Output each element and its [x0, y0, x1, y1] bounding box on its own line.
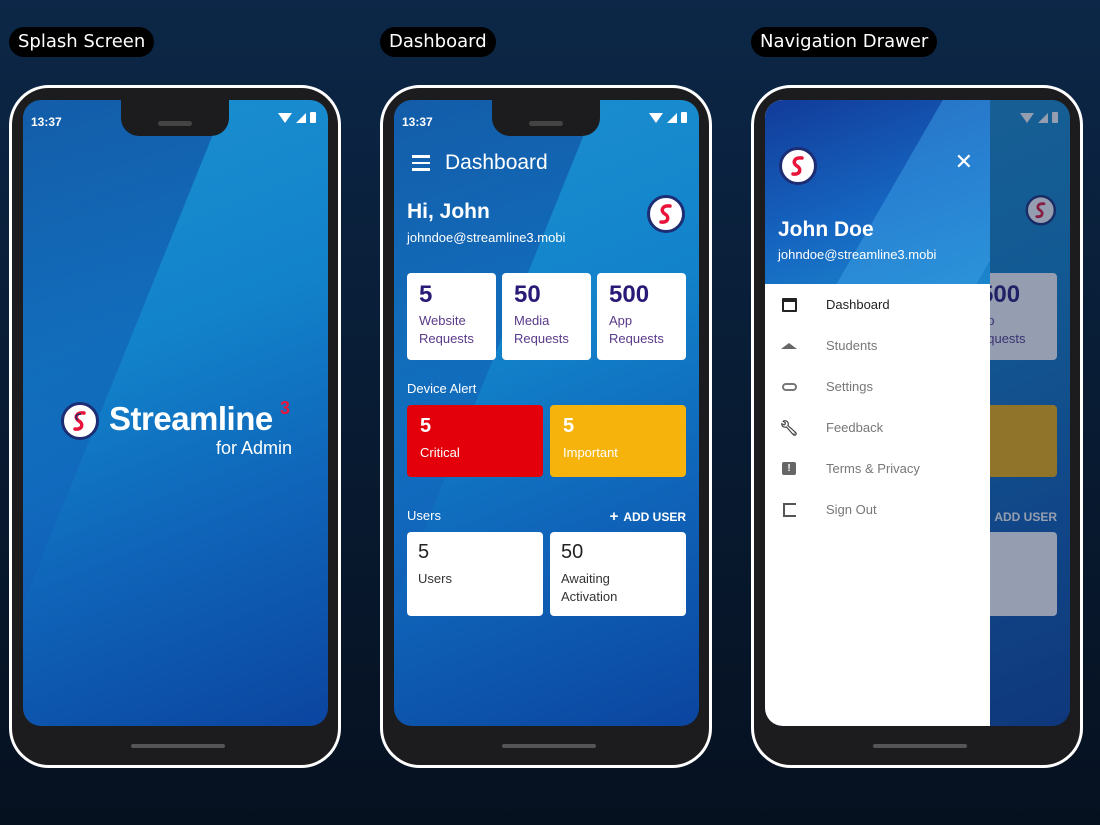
- users-value: 5: [418, 541, 430, 563]
- drawer-item-label: Sign Out: [826, 502, 877, 517]
- card-label: Website Requests: [419, 313, 474, 346]
- home-indicator[interactable]: [502, 744, 596, 748]
- splash-screen: 13:37 Streamline 3 for Admin: [23, 100, 328, 726]
- alert-value: 5: [563, 415, 575, 437]
- link-icon: [781, 379, 797, 395]
- status-time: 13:37: [402, 115, 433, 129]
- card-value: 50: [514, 281, 541, 308]
- add-user-label: ADD USER: [623, 510, 686, 524]
- navigation-drawer: ✕ John Doe johndoe@streamline3.mobi Dash…: [765, 100, 990, 726]
- critical-alert-card[interactable]: 5 Critical: [407, 405, 543, 477]
- drawer-user-name: John Doe: [778, 218, 874, 241]
- drawer-item-label: Dashboard: [826, 297, 890, 312]
- drawer-item-terms[interactable]: ! Terms & Privacy: [765, 448, 990, 489]
- menu-icon[interactable]: [412, 155, 430, 171]
- phone-drawer: 500 pp equests +ADD USER ✕ John Doe john…: [751, 85, 1083, 768]
- alert-label: Important: [563, 445, 618, 460]
- user-email: johndoe@streamline3.mobi: [407, 230, 566, 245]
- battery-icon: [310, 112, 316, 123]
- drawer-item-sign-out[interactable]: Sign Out: [765, 489, 990, 530]
- drawer-user-email: johndoe@streamline3.mobi: [778, 247, 937, 262]
- splash-title: Streamline: [109, 400, 273, 437]
- signal-icon: [296, 112, 306, 123]
- splash-superscript: 3: [280, 398, 291, 418]
- phone-dashboard: 13:37 Dashboard Hi, John johndoe@streaml…: [380, 85, 712, 768]
- phone-splash: 13:37 Streamline 3 for Admin: [9, 85, 341, 768]
- splash-brand: Streamline 3 for Admin: [61, 398, 301, 460]
- camera-notch: [121, 100, 229, 136]
- dashboard-icon: [781, 297, 797, 313]
- users-heading: Users: [407, 508, 441, 523]
- add-user-button[interactable]: + ADD USER: [610, 508, 686, 525]
- graduation-cap-icon: [781, 338, 797, 354]
- card-label: App Requests: [609, 313, 664, 346]
- drawer-header: ✕ John Doe johndoe@streamline3.mobi: [765, 100, 990, 284]
- drawer-item-label: Students: [826, 338, 878, 353]
- wifi-icon: [278, 112, 292, 123]
- app-requests-card[interactable]: 500 App Requests: [597, 273, 686, 360]
- signal-icon: [667, 112, 677, 123]
- camera-notch: [492, 100, 600, 136]
- wrench-icon: 🔧︎: [779, 419, 799, 437]
- status-icons: [649, 112, 687, 123]
- drawer-item-dashboard[interactable]: Dashboard: [765, 284, 990, 325]
- app-bar: Dashboard: [394, 145, 699, 181]
- splash-subtitle: for Admin: [215, 438, 292, 458]
- plus-icon: +: [609, 508, 619, 525]
- sign-out-icon: [781, 502, 797, 518]
- dashboard-label: Dashboard: [380, 27, 496, 57]
- awaiting-label: Awaiting Activation: [561, 571, 618, 604]
- alert-label: Critical: [420, 445, 460, 460]
- drawer-item-feedback[interactable]: 🔧︎ Feedback: [765, 407, 990, 448]
- battery-icon: [681, 112, 687, 123]
- streamline-logo-icon: [647, 195, 685, 233]
- page-title: Dashboard: [445, 151, 548, 174]
- streamline-logo-icon: [779, 147, 817, 185]
- splash-screen-label: Splash Screen: [9, 27, 155, 57]
- device-alert-heading: Device Alert: [407, 381, 477, 396]
- navigation-drawer-label: Navigation Drawer: [751, 27, 938, 57]
- drawer-screen: 500 pp equests +ADD USER ✕ John Doe john…: [765, 100, 1070, 726]
- alert-value: 5: [420, 415, 432, 437]
- users-label: Users: [418, 571, 452, 586]
- drawer-item-label: Terms & Privacy: [826, 461, 920, 476]
- drawer-item-label: Feedback: [826, 420, 884, 435]
- awaiting-activation-card[interactable]: 50 Awaiting Activation: [550, 532, 686, 616]
- card-label: Media Requests: [514, 313, 569, 346]
- users-card[interactable]: 5 Users: [407, 532, 543, 616]
- feedback-icon: !: [781, 461, 797, 477]
- drawer-item-students[interactable]: Students: [765, 325, 990, 366]
- streamline-logo-icon: [61, 402, 99, 440]
- website-requests-card[interactable]: 5 Website Requests: [407, 273, 496, 360]
- home-indicator[interactable]: [873, 744, 967, 748]
- drawer-item-label: Settings: [826, 379, 873, 394]
- media-requests-card[interactable]: 50 Media Requests: [502, 273, 591, 360]
- status-icons: [278, 112, 316, 123]
- close-icon[interactable]: ✕: [955, 149, 973, 175]
- drawer-item-settings[interactable]: Settings: [765, 366, 990, 407]
- status-time: 13:37: [31, 115, 62, 129]
- avatar: [779, 147, 817, 185]
- avatar[interactable]: [647, 195, 685, 233]
- dashboard-screen: 13:37 Dashboard Hi, John johndoe@streaml…: [394, 100, 699, 726]
- wifi-icon: [649, 112, 663, 123]
- home-indicator[interactable]: [131, 744, 225, 748]
- awaiting-value: 50: [561, 541, 584, 563]
- important-alert-card[interactable]: 5 Important: [550, 405, 686, 477]
- card-value: 500: [609, 281, 650, 308]
- card-value: 5: [419, 281, 433, 308]
- greeting: Hi, John: [407, 200, 490, 223]
